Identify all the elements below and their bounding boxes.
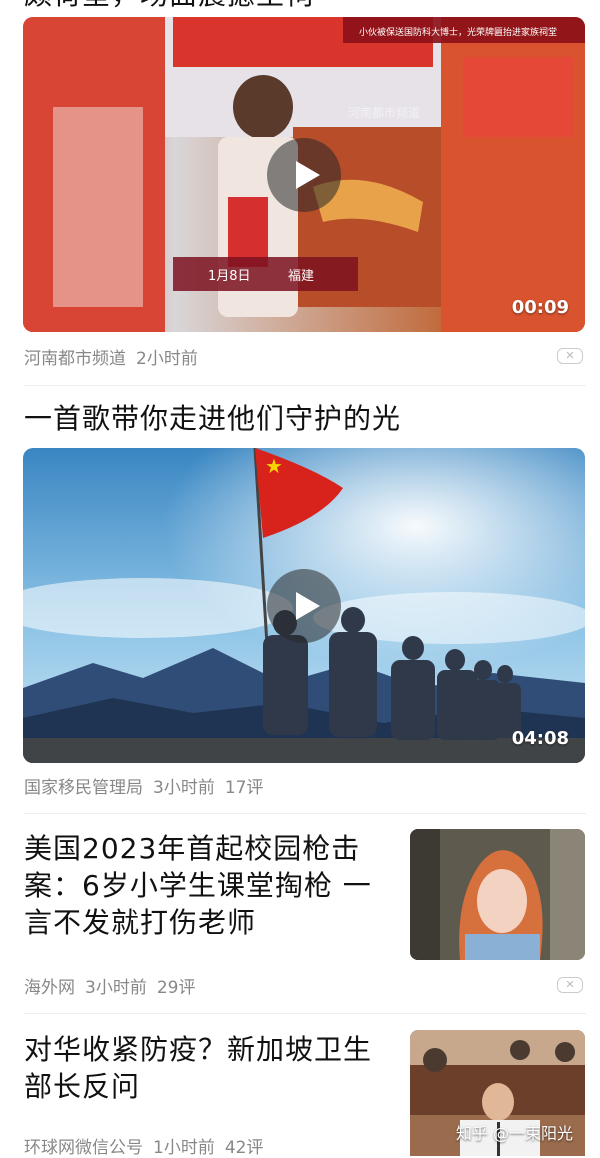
close-icon[interactable]: ✕ [557,348,583,364]
item-comments: 42评 [224,1138,264,1158]
item-source: 海外网 [24,978,75,998]
divider [24,1013,586,1014]
video-duration: 04:08 [511,728,569,749]
video-duration: 00:09 [511,297,569,318]
item-meta: 国家移民管理局 3小时前 17评 [24,773,273,798]
news-thumbnail[interactable] [410,829,585,960]
play-icon[interactable] [267,568,341,643]
item-source: 环球网微信公号 [24,1138,143,1158]
video-thumbnail[interactable]: 1月8日 福建 小伙被保送国防科大博士，光荣牌匾抬进家族祠堂 河南都市频道 00… [23,17,585,332]
item-time: 1小时前 [153,1138,215,1158]
item-title[interactable]: 美国2023年首起校园枪击案：6岁小学生课堂掏枪 一言不发就打伤老师 [24,830,392,941]
item-time: 3小时前 [153,778,215,798]
video-watermark: 河南都市频道 [348,105,420,120]
item-source: 河南都市频道 [24,349,126,369]
video-banner: 小伙被保送国防科大博士，光荣牌匾抬进家族祠堂 [359,26,557,38]
news-thumbnail[interactable]: 知乎 @一束阳光 [410,1030,585,1156]
divider [24,385,586,386]
video-thumbnail[interactable]: ★ 04:08 [23,448,585,763]
item-meta: 海外网 3小时前 29评 [24,973,205,998]
item-meta: 环球网微信公号 1小时前 42评 [24,1133,273,1158]
item-time: 2小时前 [136,349,198,369]
thumbnail-image [410,829,585,960]
play-icon[interactable] [267,137,341,212]
page-watermark: 知乎 @一束阳光 [455,1124,573,1143]
close-icon[interactable]: ✕ [557,977,583,993]
svg-text:★: ★ [265,454,283,478]
item-comments: 17评 [224,778,264,798]
item-source: 国家移民管理局 [24,778,143,798]
item-title[interactable]: 颇荷堂，场面震撼至祠 [24,0,314,12]
lower-third-date: 1月8日 [208,269,251,284]
lower-third-place: 福建 [288,269,314,284]
item-title[interactable]: 一首歌带你走进他们守护的光 [24,400,401,437]
item-time: 3小时前 [85,978,147,998]
divider [24,813,586,814]
item-meta: 河南都市频道 2小时前 [24,344,208,369]
item-comments: 29评 [156,978,196,998]
news-feed: 颇荷堂，场面震撼至祠 1月8日 [0,0,600,1158]
item-title[interactable]: 对华收紧防疫？新加坡卫生部长反问 [24,1031,392,1105]
